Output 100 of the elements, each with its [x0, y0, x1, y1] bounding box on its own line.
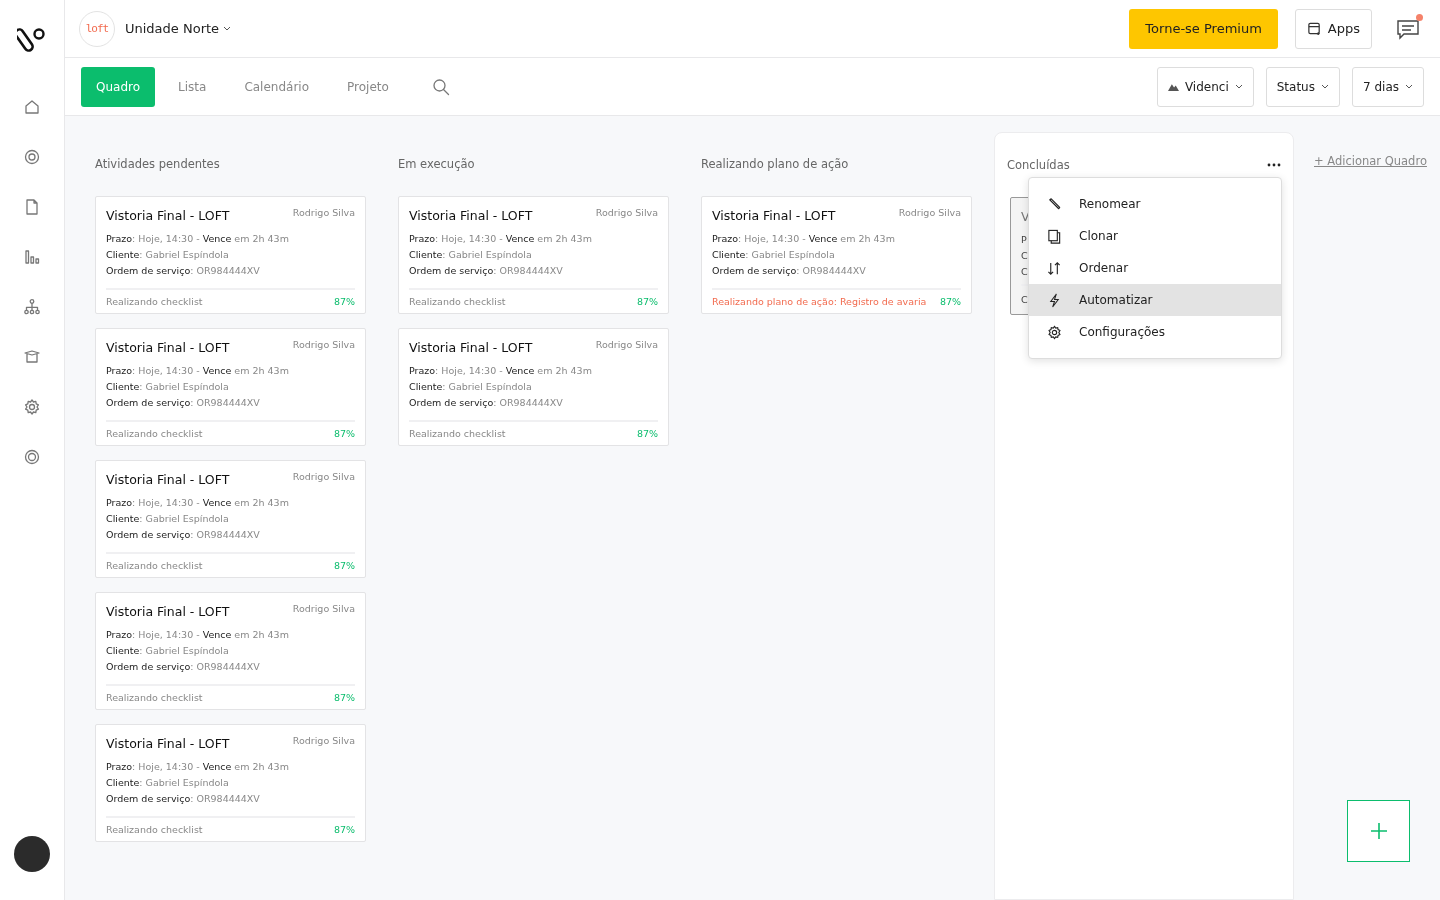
lightning-icon: [1047, 292, 1062, 308]
card-detail: Prazo: Hoje, 14:30 - Vence em 2h 43m: [106, 364, 290, 378]
card-status: Realizando checklist: [106, 692, 203, 703]
card-detail: Ordem de serviço: OR984444XV: [106, 396, 261, 410]
card-detail: Prazo: Hoje, 14:30 - Vence em 2h 43m: [106, 628, 290, 642]
card-detail: Cliente: Gabriel Espíndola: [712, 248, 836, 262]
caret-icon: [1405, 83, 1413, 90]
view-tab[interactable]: Calendário: [229, 66, 325, 107]
card-status: Realizando checklist: [106, 560, 203, 571]
card-detail: Ordem de serviço: OR984444XV: [106, 528, 261, 542]
card-detail: Ordem de serviço: OR984444XV: [106, 660, 261, 674]
assignee-name: Rodrigo Silva: [898, 207, 961, 218]
settings-icon: [1047, 324, 1062, 340]
card-status: Realizando checklist: [409, 428, 506, 439]
caret-icon: [1234, 83, 1243, 90]
column-title: Atividades pendentes: [95, 157, 220, 171]
filter-dropdown[interactable]: Status: [1265, 66, 1340, 107]
card-detail: Prazo: Hoje, 14:30 - Vence em 2h 43m: [106, 760, 290, 774]
assignee-name: Rodrigo Silva: [595, 339, 658, 350]
mountain-icon: [1167, 82, 1179, 91]
progress-percent: 87%: [333, 560, 355, 571]
progress-percent: 87%: [636, 428, 658, 439]
progress-percent: 87%: [333, 692, 355, 703]
chat-icon[interactable]: [1396, 17, 1420, 40]
bar-chart-icon[interactable]: [23, 248, 41, 266]
card-detail: C: [1021, 249, 1029, 263]
workspace-selector[interactable]: Unidade Norte: [125, 21, 232, 36]
card-detail: Prazo: Hoje, 14:30 - Vence em 2h 43m: [409, 232, 593, 246]
pencil-icon: [1047, 196, 1062, 212]
card-detail: Cliente: Gabriel Espíndola: [106, 776, 230, 790]
card-title: Vistoria Final - LOFT: [106, 604, 230, 619]
card-status: C: [1021, 293, 1028, 307]
card-detail: Prazo: Hoje, 14:30 - Vence em 2h 43m: [106, 232, 290, 246]
card-detail: Ordem de serviço: OR984444XV: [409, 396, 564, 410]
card-title: Vistoria Final - LOFT: [409, 208, 533, 223]
menu-item[interactable]: Ordenar: [1029, 252, 1281, 284]
task-card[interactable]: Vistoria Final - LOFT Rodrigo Silva Prazo: Hoje, 14:30 - Vence em 2h 43m Cliente: Gabriel Espíndola Ordem de serviço: OR984444XV Realizando checklist 87%: [398, 328, 669, 446]
column-title: Em execução: [398, 157, 475, 171]
search-icon[interactable]: [431, 77, 450, 96]
hierarchy-icon[interactable]: [23, 298, 41, 316]
caret-icon: [1321, 83, 1329, 90]
filter-dropdown[interactable]: Videnci: [1156, 66, 1254, 107]
more-icon[interactable]: [1267, 163, 1281, 167]
card-status: Realizando checklist: [106, 824, 203, 835]
task-card[interactable]: Vistoria Final - LOFT Rodrigo Silva Prazo: Hoje, 14:30 - Vence em 2h 43m Cliente: Gabriel Espíndola Ordem de serviço: OR984444XV Realizando checklist 87%: [95, 328, 366, 446]
menu-item[interactable]: Configurações: [1029, 316, 1281, 348]
card-detail: Prazo: Hoje, 14:30 - Vence em 2h 43m: [106, 496, 290, 510]
target-icon[interactable]: [23, 148, 41, 166]
card-detail: P: [1021, 233, 1028, 247]
progress-percent: 87%: [939, 296, 961, 307]
card-detail: Cliente: Gabriel Espíndola: [106, 512, 230, 526]
progress-percent: 87%: [333, 824, 355, 835]
card-title: Vistoria Final - LOFT: [106, 736, 230, 751]
help-icon[interactable]: [23, 448, 41, 466]
user-avatar[interactable]: [14, 836, 50, 872]
assignee-name: Rodrigo Silva: [292, 471, 355, 482]
progress-percent: 87%: [333, 296, 355, 307]
task-card[interactable]: Vistoria Final - LOFT Rodrigo Silva Prazo: Hoje, 14:30 - Vence em 2h 43m Cliente: Gabriel Espíndola Ordem de serviço: OR984444XV Realizando checklist 87%: [95, 592, 366, 710]
apps-button[interactable]: Apps: [1294, 8, 1372, 49]
settings-icon[interactable]: [23, 398, 41, 416]
menu-item[interactable]: Clonar: [1029, 220, 1281, 252]
menu-item[interactable]: Automatizar: [1029, 284, 1281, 316]
add-button[interactable]: [1347, 800, 1410, 862]
apps-icon: [1306, 21, 1322, 36]
graduation-cap-icon[interactable]: [23, 348, 41, 366]
progress-percent: 87%: [333, 428, 355, 439]
premium-button[interactable]: Torne-se Premium: [1129, 8, 1278, 49]
task-card[interactable]: Vistoria Final - LOFT Rodrigo Silva Prazo: Hoje, 14:30 - Vence em 2h 43m Cliente: Gabriel Espíndola Ordem de serviço: OR984444XV Realizando checklist 87%: [398, 196, 669, 314]
task-card[interactable]: Vistoria Final - LOFT Rodrigo Silva Prazo: Hoje, 14:30 - Vence em 2h 43m Cliente: Gabriel Espíndola Ordem de serviço: OR984444XV Realizando plano de ação: Registro de avaria 87%: [701, 196, 972, 314]
card-detail: Prazo: Hoje, 14:30 - Vence em 2h 43m: [712, 232, 896, 246]
assignee-name: Rodrigo Silva: [595, 207, 658, 218]
caret-icon: [223, 25, 232, 32]
assignee-name: Rodrigo Silva: [292, 735, 355, 746]
progress-percent: 87%: [636, 296, 658, 307]
card-detail: C: [1021, 265, 1029, 279]
card-detail: Ordem de serviço: OR984444XV: [106, 264, 261, 278]
view-tab[interactable]: Projeto: [332, 66, 404, 107]
filter-dropdown[interactable]: 7 dias: [1352, 66, 1424, 107]
assignee-name: Rodrigo Silva: [292, 207, 355, 218]
view-tab[interactable]: Lista: [163, 66, 222, 107]
assignee-name: Rodrigo Silva: [292, 339, 355, 350]
card-detail: Ordem de serviço: OR984444XV: [409, 264, 564, 278]
task-card[interactable]: Vistoria Final - LOFT Rodrigo Silva Prazo: Hoje, 14:30 - Vence em 2h 43m Cliente: Gabriel Espíndola Ordem de serviço: OR984444XV Realizando checklist 87%: [95, 460, 366, 578]
card-title: Vistoria Final - LOFT: [409, 340, 533, 355]
home-icon[interactable]: [23, 98, 41, 116]
card-title: Vistoria Final - LOFT: [712, 208, 836, 223]
card-status: Realizando checklist: [106, 296, 203, 307]
sort-icon: [1047, 260, 1062, 276]
card-detail: Cliente: Gabriel Espíndola: [409, 248, 533, 262]
card-status: Realizando checklist: [106, 428, 203, 439]
card-detail: Ordem de serviço: OR984444XV: [712, 264, 867, 278]
card-detail: Cliente: Gabriel Espíndola: [106, 380, 230, 394]
card-detail: Ordem de serviço: OR984444XV: [106, 792, 261, 806]
card-title: Vistoria Final - LOFT: [106, 472, 230, 487]
column-title: Concluídas: [1007, 158, 1070, 172]
menu-item[interactable]: Renomear: [1029, 188, 1281, 220]
card-title: Vistoria Final - LOFT: [106, 208, 230, 223]
document-icon[interactable]: [23, 198, 41, 216]
task-card[interactable]: Vistoria Final - LOFT Rodrigo Silva Prazo: Hoje, 14:30 - Vence em 2h 43m Cliente: Gabriel Espíndola Ordem de serviço: OR984444XV Realizando checklist 87%: [95, 724, 366, 842]
task-card[interactable]: Vistoria Final - LOFT Rodrigo Silva Prazo: Hoje, 14:30 - Vence em 2h 43m Cliente: Gabriel Espíndola Ordem de serviço: OR984444XV Realizando checklist 87%: [95, 196, 366, 314]
